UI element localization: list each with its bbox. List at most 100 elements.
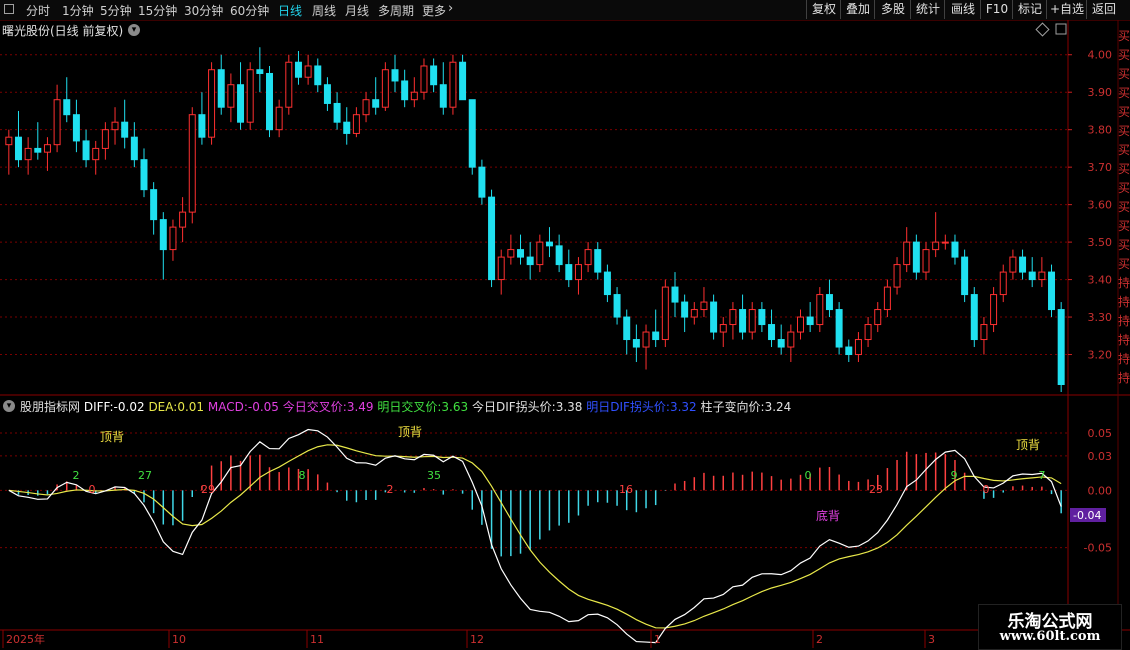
main-title-dropdown-icon[interactable]: ▾ [128, 24, 140, 36]
candle-body [517, 249, 525, 258]
candle-body [121, 121, 129, 138]
tool-button-0[interactable]: 复权 [806, 0, 841, 19]
candle-body [111, 121, 119, 131]
period-6[interactable]: 日线 [278, 2, 302, 19]
candle-body [333, 102, 341, 123]
candle-body [53, 99, 61, 146]
candle-body [893, 264, 901, 288]
timeline-label: 11 [310, 633, 324, 646]
period-0[interactable]: 分时 [26, 2, 50, 19]
indicator-dropdown-icon[interactable]: ▾ [3, 400, 15, 412]
macd-axis-label: 0.03 [1088, 450, 1113, 463]
price-axis-label: 4.00 [1088, 49, 1113, 62]
maximize-icon[interactable] [1055, 23, 1067, 35]
bar-turn-label: 柱子变向价: [700, 400, 765, 414]
diff-label: DIFF: [83, 400, 114, 414]
signal-count-label: 35 [427, 469, 441, 482]
candle-body [951, 241, 959, 258]
candle-body [594, 249, 602, 273]
signal-count-label: 0 [89, 483, 96, 496]
right-strip-char: 买 [1118, 86, 1130, 100]
tool-button-6[interactable]: 标记 [1012, 0, 1047, 19]
candle-body [24, 147, 32, 161]
candle-body [777, 339, 785, 348]
signal-count-label: 2 [387, 483, 394, 496]
period-4[interactable]: 30分钟 [184, 2, 223, 19]
tool-button-5[interactable]: F10 [980, 0, 1013, 19]
period-5[interactable]: 60分钟 [230, 2, 269, 19]
price-axis-label: 3.80 [1088, 124, 1113, 137]
candle-body [941, 241, 949, 244]
more-chevron-icon[interactable]: › [448, 1, 453, 16]
period-7[interactable]: 周线 [312, 2, 336, 19]
candle-body [449, 61, 457, 108]
tool-button-7[interactable]: +自选 [1046, 0, 1087, 19]
right-strip-char: 买 [1118, 219, 1130, 233]
timeline-label: 10 [172, 633, 186, 646]
right-strip-char: 买 [1118, 257, 1130, 271]
watermark: 乐淘公式网 www.60lt.com [978, 604, 1122, 650]
candle-body [478, 166, 486, 198]
right-strip-char: 持 [1118, 370, 1130, 385]
current-macd-value: -0.04 [1073, 509, 1101, 522]
tool-button-8[interactable]: 返回 [1086, 0, 1121, 19]
tool-button-4[interactable]: 画线 [944, 0, 981, 19]
right-strip-char: 持 [1118, 275, 1130, 290]
price-axis-label: 3.90 [1088, 86, 1113, 99]
candle-body [1057, 309, 1065, 386]
period-9[interactable]: 多周期 [378, 2, 414, 19]
candle-body [227, 84, 235, 108]
candle-body [574, 264, 582, 281]
signal-count-label: 8 [299, 469, 306, 482]
period-10[interactable]: 更多 [422, 2, 446, 19]
candle-body [430, 65, 438, 86]
macd-label: MACD: [207, 400, 248, 414]
signal-count-label: 0 [983, 483, 990, 496]
candle-body [999, 271, 1007, 296]
chart-canvas[interactable]: 4.00 3.90 3.80 3.70 3.60 3.50 3.40 3.30 3.20 0.05… [0, 0, 1130, 650]
candle-body [256, 69, 264, 74]
candle-body [72, 114, 80, 142]
right-strip-char: 买 [1118, 67, 1130, 81]
candle-body [555, 245, 563, 266]
right-strip-char: 买 [1118, 29, 1130, 43]
candle-body [362, 99, 370, 116]
candle-body [188, 114, 196, 213]
candle-body [323, 84, 331, 104]
right-strip-char: 买 [1118, 48, 1130, 62]
period-1[interactable]: 1分钟 [62, 2, 94, 19]
timeline-label: 1 [654, 633, 661, 646]
divergence-top-label: 顶背 [100, 430, 124, 444]
tomorrow-cross-value: 3.63 [441, 400, 469, 414]
tool-button-2[interactable]: 多股 [874, 0, 911, 19]
divergence-top-label: 顶背 [1016, 438, 1040, 452]
diamond-icon[interactable] [1035, 22, 1050, 37]
diff-line [8, 428, 1062, 644]
candle-body [729, 309, 737, 326]
tool-button-1[interactable]: 叠加 [840, 0, 875, 19]
candle-body [63, 99, 71, 116]
period-2[interactable]: 5分钟 [100, 2, 132, 19]
tool-button-3[interactable]: 统计 [910, 0, 945, 19]
candle-body [932, 241, 940, 251]
right-strip-char: 持 [1118, 294, 1130, 309]
candle-body [101, 129, 109, 149]
candle-body [1019, 256, 1027, 273]
period-3[interactable]: 15分钟 [138, 2, 177, 19]
candle-body [652, 331, 660, 341]
candle-body [372, 99, 380, 108]
candle-body [565, 264, 573, 281]
candle-body [613, 294, 621, 318]
candle-body [381, 69, 389, 108]
candle-body [758, 309, 766, 326]
period-8[interactable]: 月线 [345, 2, 369, 19]
signal-count-label: 23 [869, 483, 883, 496]
top-toolbar: 分时 1分钟 5分钟 15分钟 30分钟 60分钟 日线 周线 月线 多周期 更多 › 复权 叠加 多股… [0, 0, 1130, 21]
candle-body [584, 249, 592, 266]
window-square-icon[interactable] [4, 4, 14, 14]
candle-body [700, 301, 708, 311]
candle-body [874, 309, 882, 326]
candle-body [488, 196, 496, 281]
signal-count-label: 7 [1039, 469, 1046, 482]
tomorrow-dif-value: 3.32 [669, 400, 697, 414]
